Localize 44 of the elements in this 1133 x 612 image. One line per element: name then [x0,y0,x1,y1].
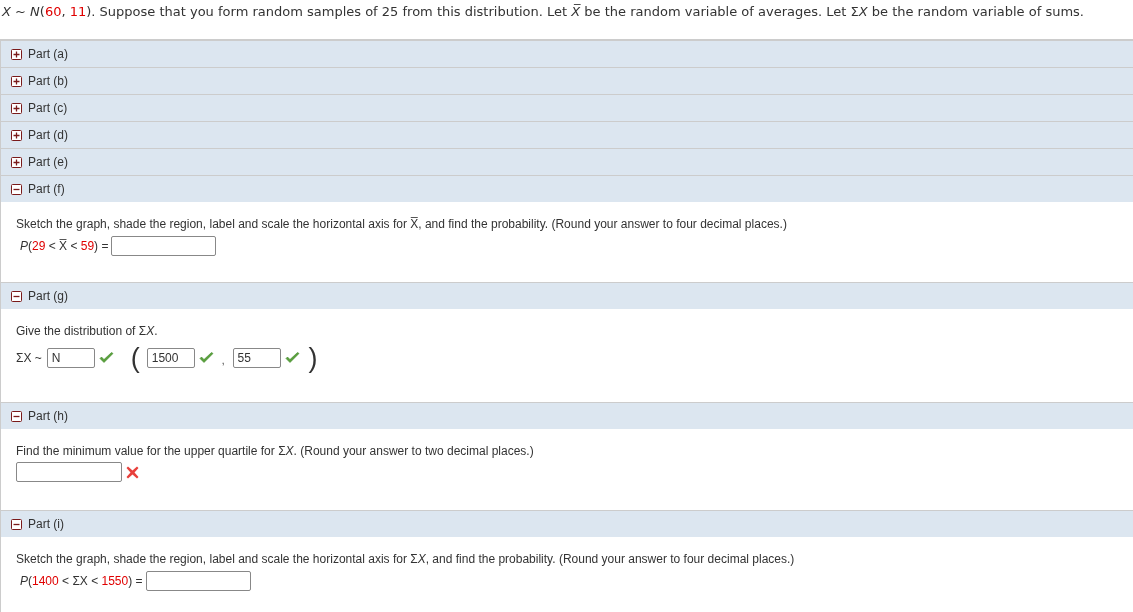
answer-field[interactable] [16,462,122,482]
part-header[interactable]: Part (i) [1,510,1133,537]
answer-field[interactable] [145,571,251,591]
open-parenthesis: ( [130,345,140,371]
plus-box-icon[interactable] [11,129,22,141]
part-header[interactable]: Part (b) [1,67,1133,94]
instruction-text: Sketch the graph, shade the region, label and scale the horizontal axis for ΣX, and find the probability. (Round your answer to four decimal places.) [16,551,796,567]
part-label: Part (f) [28,182,65,196]
close-parenthesis: ) [308,345,318,371]
plus-box-icon[interactable] [11,48,22,60]
part-label: Part (c) [28,101,68,115]
minus-box-icon[interactable] [11,183,22,195]
part-label: Part (i) [28,517,64,531]
minus-box-icon[interactable] [11,290,22,302]
instruction-text: Find the minimum value for the upper quartile for ΣX. (Round your answer to two decimal places.) [16,443,535,459]
part-header[interactable]: Part (a) [1,40,1133,67]
question-text: X ~ N(60, 11). Suppose that you form random samples of 25 from this distribution. Let X̅ be the random variable of averages. Let ΣX be the random variable of sums. [0,3,1085,20]
probability-expression: P(1400 < ΣX < 1550) = [20,574,143,588]
answer-field[interactable]: N [46,348,95,368]
instruction-text: Sketch the graph, shade the region, label and scale the horizontal axis for X̅, and find the probability. (Round your answer to four decimal places.) [16,216,788,232]
part-label: Part (a) [28,47,68,61]
minus-box-icon[interactable] [11,410,22,422]
answer-field[interactable]: 1500 [146,348,195,368]
part-label: Part (b) [28,74,68,88]
part-header[interactable]: Part (d) [1,121,1133,148]
part-header[interactable]: Part (g) [1,282,1133,309]
answer-field[interactable] [111,236,217,256]
instruction-text: Give the distribution of ΣX. [16,323,159,339]
probability-expression: P(29 < X̅ < 59) = [20,239,109,253]
sum-label: ΣX ~ [16,351,42,365]
part-header[interactable]: Part (c) [1,94,1133,121]
part-header[interactable]: Part (f) [1,175,1133,202]
part-header[interactable]: Part (h) [1,402,1133,429]
part-label: Part (e) [28,155,68,169]
plus-box-icon[interactable] [11,156,22,168]
answer-field[interactable]: 55 [232,348,281,368]
part-header[interactable]: Part (e) [1,148,1133,175]
minus-box-icon[interactable] [11,518,22,530]
comma: , [221,354,225,366]
plus-box-icon[interactable] [11,75,22,87]
part-label: Part (h) [28,409,68,423]
part-label: Part (d) [28,128,68,142]
plus-box-icon[interactable] [11,102,22,114]
part-label: Part (g) [28,289,68,303]
